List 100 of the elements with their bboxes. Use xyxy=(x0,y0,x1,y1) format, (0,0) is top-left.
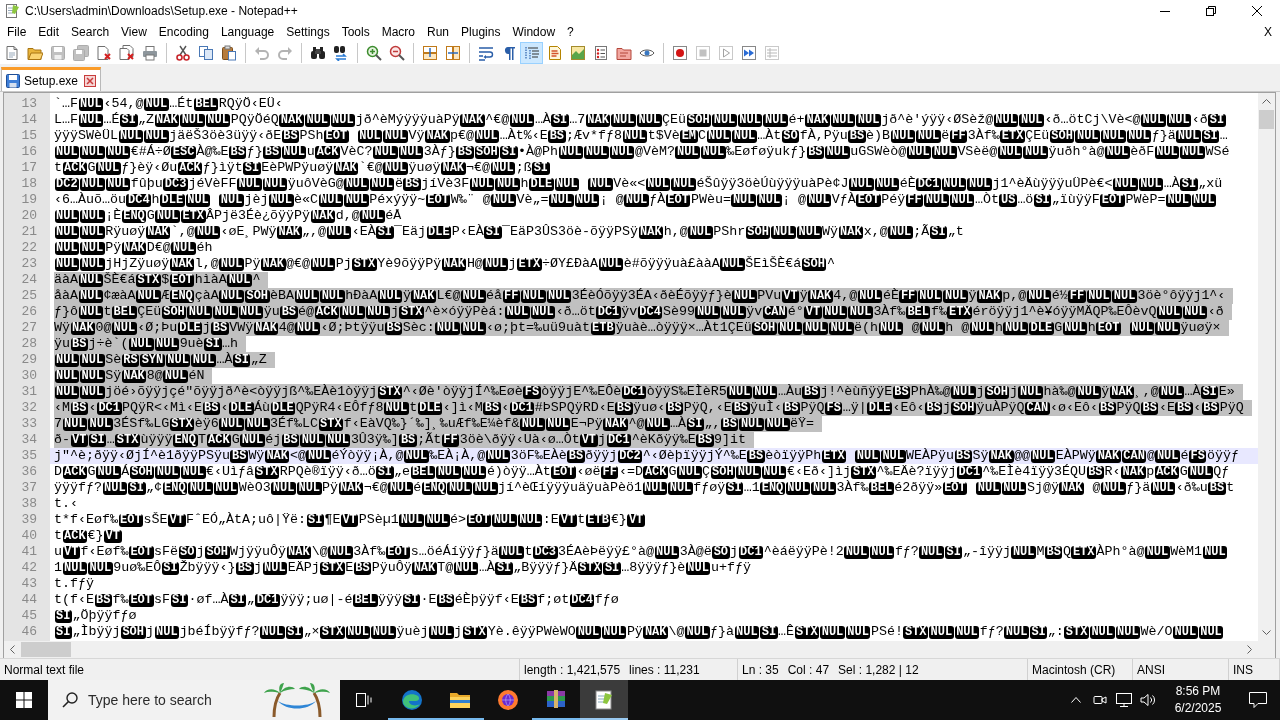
restore-icon[interactable] xyxy=(1206,6,1216,16)
binary-text: 3öè°ôÿÿj1^‹ xyxy=(1137,288,1226,304)
line-number: 39 xyxy=(20,512,38,528)
clipboard-icon[interactable] xyxy=(220,45,237,61)
binary-text: @€@ xyxy=(286,256,311,272)
folder-icon[interactable] xyxy=(26,45,43,61)
document-lines-icon[interactable] xyxy=(546,45,563,61)
binary-text: jíVè3F xyxy=(421,176,470,192)
binary-text: ;Ãt xyxy=(417,432,442,448)
minimize-icon[interactable] xyxy=(1160,10,1170,12)
file-tab[interactable]: Setup.exe xyxy=(1,67,102,91)
speaker-icon[interactable] xyxy=(1140,693,1156,707)
binary-text: é° xyxy=(787,304,804,320)
binary-text: ë xyxy=(941,128,950,144)
zoom-out-icon[interactable] xyxy=(388,45,405,61)
zoom-in-icon[interactable] xyxy=(365,45,382,61)
binary-text: „: xyxy=(1047,624,1064,640)
menu-item[interactable]: Window xyxy=(506,23,562,41)
search-bar[interactable]: Type here to search xyxy=(48,680,340,720)
control-code: BS xyxy=(353,561,372,575)
binary-text: PÿuÔÿ xyxy=(371,560,412,576)
menu-item[interactable]: Macro xyxy=(375,23,421,41)
menu-item[interactable]: Encoding xyxy=(152,23,215,41)
control-code: ACK xyxy=(314,305,340,319)
control-code: NUL xyxy=(105,145,131,159)
monitor-icon[interactable] xyxy=(1116,693,1132,707)
wrap-lines-icon[interactable] xyxy=(477,45,494,61)
chevron-down-icon[interactable] xyxy=(1262,630,1271,635)
control-code: EOT xyxy=(1100,193,1125,207)
camera-icon[interactable] xyxy=(1093,693,1107,707)
speech-bubble-icon[interactable] xyxy=(1249,692,1267,708)
menu-item[interactable]: Settings xyxy=(280,23,336,41)
control-code: NAK xyxy=(338,481,364,495)
menu-item[interactable]: Edit xyxy=(32,23,66,41)
scissors-icon[interactable] xyxy=(174,45,191,61)
binary-text: Q xyxy=(1062,544,1071,560)
line-number: 13 xyxy=(20,96,38,112)
printer-icon[interactable] xyxy=(141,45,158,61)
stacked-panes-icon[interactable] xyxy=(421,45,438,61)
clock-date[interactable]: 6/2/2025 xyxy=(1174,700,1222,717)
page-icon[interactable] xyxy=(3,45,20,61)
control-code: SOH xyxy=(801,257,827,271)
horizontal-scrollbar[interactable] xyxy=(3,641,1276,658)
control-code: FS xyxy=(824,401,843,415)
menu-item[interactable]: Search xyxy=(65,23,116,41)
menu-item[interactable]: View xyxy=(115,23,153,41)
control-code: SI xyxy=(1201,129,1220,143)
status-text: Ln : 35 xyxy=(742,662,779,677)
control-code: SOH xyxy=(951,401,976,415)
scrollbar-thumb[interactable] xyxy=(1259,110,1274,129)
binary-text: ‰Eøføÿukƒ} xyxy=(726,144,807,160)
search-field[interactable]: Type here to search xyxy=(88,690,238,710)
copy-pages-icon[interactable] xyxy=(197,45,214,61)
vertical-scrollbar[interactable] xyxy=(1258,93,1275,641)
record-icon[interactable] xyxy=(671,45,688,61)
bullet-list-icon[interactable] xyxy=(592,45,609,61)
control-code: NUL xyxy=(1176,129,1201,143)
control-code: NUL xyxy=(609,145,635,159)
scrollbar-thumb[interactable] xyxy=(21,642,71,657)
page-cross-icon[interactable] xyxy=(95,45,112,61)
control-code: NAK xyxy=(603,417,628,431)
control-code: BEL xyxy=(352,593,378,607)
control-code: SOH xyxy=(120,625,146,639)
control-code: NUL xyxy=(80,385,105,399)
windows-logo-icon[interactable] xyxy=(16,692,32,708)
menu-item[interactable]: ? xyxy=(561,23,580,41)
binary-text: ¯EäP3ÛS3öè-õÿÿPSÿ xyxy=(502,224,639,240)
taskbar-app-button[interactable] xyxy=(580,680,628,720)
status-text: ANSI xyxy=(1137,662,1165,677)
close-document-button[interactable]: X xyxy=(1261,23,1275,41)
binary-text: T xyxy=(198,432,207,448)
side-panes-icon[interactable] xyxy=(444,45,461,61)
chevron-right-icon[interactable] xyxy=(1247,645,1252,654)
pages-cross-icon[interactable] xyxy=(118,45,135,61)
chevron-left-icon[interactable] xyxy=(10,645,15,654)
binary-text: VèC? xyxy=(340,144,373,160)
menu-item[interactable]: Language xyxy=(214,23,281,41)
control-code: BS xyxy=(1141,401,1159,415)
binoculars-arrow-icon[interactable] xyxy=(332,45,349,61)
fast-forward-icon[interactable] xyxy=(740,45,757,61)
image-icon[interactable] xyxy=(569,45,586,61)
binary-text: t xyxy=(577,512,586,528)
binary-text: „Bÿÿÿƒ}Ä xyxy=(513,560,578,576)
clock-time[interactable]: 8:56 PM xyxy=(1175,683,1221,700)
binary-text: t xyxy=(1226,480,1235,496)
control-code: SI xyxy=(495,561,513,575)
close-icon[interactable] xyxy=(1252,6,1262,16)
folder-icon[interactable] xyxy=(615,45,632,61)
menu-item[interactable]: Plugins xyxy=(455,23,507,41)
menu-item[interactable]: Run xyxy=(421,23,456,41)
globe-icon[interactable] xyxy=(496,688,520,712)
menu-item[interactable]: Tools xyxy=(335,23,376,41)
menu-item[interactable]: File xyxy=(1,23,33,41)
binary-text: jäëŠ3öè3üÿÿ‹ðE xyxy=(169,128,282,144)
line-number: 46 xyxy=(20,624,38,640)
binoculars-icon[interactable] xyxy=(309,45,326,61)
task-view-icon[interactable] xyxy=(356,693,372,707)
control-code: NAK xyxy=(253,321,279,335)
control-code: BEL xyxy=(112,305,137,319)
control-code: BS xyxy=(456,145,474,159)
